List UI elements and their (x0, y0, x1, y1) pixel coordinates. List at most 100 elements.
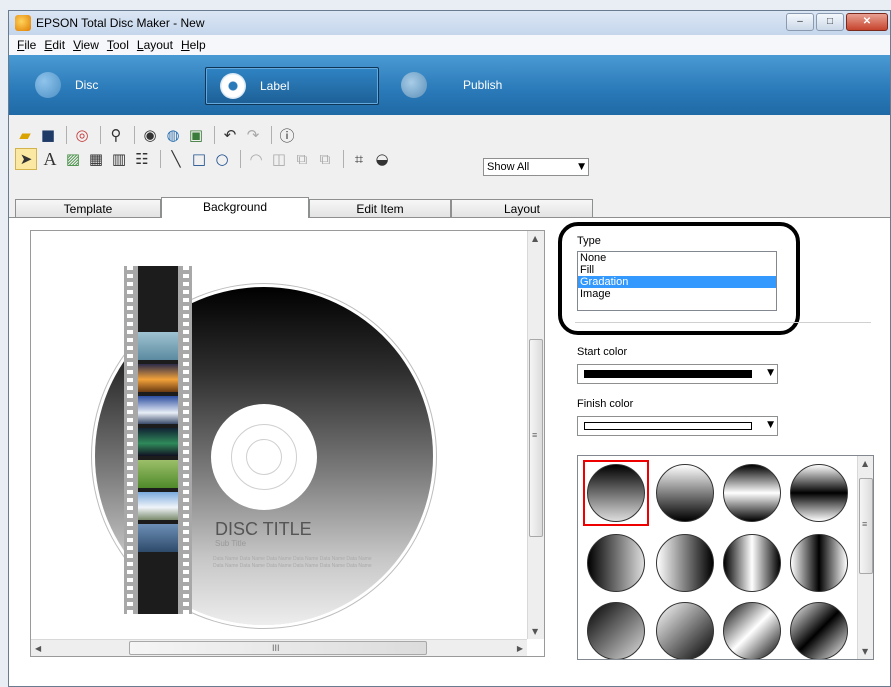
callout-highlight (558, 222, 800, 335)
film-holes-right (183, 266, 189, 614)
printer-settings-icon[interactable]: ⚲ (106, 125, 126, 145)
image-tool-icon[interactable]: ▨ (63, 149, 83, 169)
disc-mode-icon (35, 72, 61, 98)
scroll-down-icon[interactable]: ▼ (532, 627, 538, 636)
print-preview-icon[interactable]: ◎ (72, 125, 92, 145)
label-canvas[interactable]: DISC TITLE Sub Title Data Name Data Name… (30, 230, 545, 657)
disc-settings-icon[interactable]: ◉ (140, 125, 160, 145)
menu-tool[interactable]: Tool (107, 38, 129, 52)
start-color-dropdown[interactable]: ▼ (577, 364, 778, 384)
line-tool-icon[interactable]: ╲ (166, 149, 186, 169)
canvas-horizontal-scrollbar[interactable]: ◀ III ▶ (31, 639, 527, 656)
save-icon[interactable]: ■ (38, 125, 58, 145)
scroll-up-icon[interactable]: ▲ (862, 459, 868, 468)
tab-layout[interactable]: Layout (451, 199, 593, 217)
photo-frame (138, 492, 178, 520)
show-all-dropdown[interactable]: Show All ▼ (483, 158, 589, 176)
menu-layout[interactable]: Layout (137, 38, 173, 52)
menu-help[interactable]: Help (181, 38, 206, 52)
barcode-tool-icon[interactable]: ▥ (109, 149, 129, 169)
redo-icon[interactable]: ↷ (243, 125, 263, 145)
gradation-pattern-4[interactable] (790, 464, 848, 522)
tab-edit-item[interactable]: Edit Item (309, 199, 451, 217)
scroll-up-icon[interactable]: ▲ (532, 234, 538, 243)
start-color-label: Start color (577, 346, 628, 358)
disc-subtitle-text[interactable]: Sub Title (215, 539, 246, 548)
horizontal-scroll-thumb[interactable]: III (129, 641, 427, 655)
mode-disc-button[interactable]: Disc (35, 67, 98, 103)
gradation-pattern-11[interactable] (723, 602, 781, 659)
close-button[interactable]: ✕ (846, 13, 888, 31)
publish-mode-icon (401, 72, 427, 98)
gradation-pattern-6[interactable] (656, 534, 714, 592)
minimize-button[interactable]: – (786, 13, 814, 31)
gradation-pattern-2[interactable] (656, 464, 714, 522)
index-tool-icon[interactable]: ☷ (132, 149, 152, 169)
window-title: EPSON Total Disc Maker - New (36, 16, 205, 30)
publish-icon[interactable]: ◍ (163, 125, 183, 145)
mode-label-label: Label (260, 79, 290, 93)
start-color-swatch (584, 370, 752, 378)
pattern-scroll-thumb[interactable]: ≡ (859, 478, 873, 574)
bring-forward-icon[interactable]: ⧉ (292, 149, 312, 169)
scroll-down-icon[interactable]: ▼ (862, 647, 868, 656)
finish-color-dropdown[interactable]: ▼ (577, 416, 778, 436)
circular-text-icon[interactable]: ◠ (246, 149, 266, 169)
export-icon[interactable]: ▣ (186, 125, 206, 145)
chevron-down-icon: ▼ (767, 368, 774, 378)
vertical-scroll-thumb[interactable]: ≡ (529, 339, 543, 537)
mode-label-button[interactable]: Label (205, 67, 379, 105)
tab-background[interactable]: Background (161, 197, 309, 218)
tab-template[interactable]: Template (15, 199, 161, 217)
finish-color-swatch (584, 422, 752, 430)
rectangle-tool-icon[interactable]: □ (189, 149, 209, 169)
gradation-pattern-3[interactable] (723, 464, 781, 522)
mode-bar: Disc Label Publish (9, 55, 890, 115)
undo-icon[interactable]: ↶ (220, 125, 240, 145)
maximize-button[interactable]: □ (816, 13, 844, 31)
menu-file[interactable]: File (17, 38, 36, 52)
photo-frame (138, 332, 178, 360)
app-icon (15, 15, 31, 31)
scroll-right-icon[interactable]: ▶ (517, 644, 523, 653)
gradation-pattern-7[interactable] (723, 534, 781, 592)
gradation-pattern-8[interactable] (790, 534, 848, 592)
canvas-vertical-scrollbar[interactable]: ▲ ≡ ▼ (527, 231, 544, 639)
qr-code-tool-icon[interactable]: ▦ (86, 149, 106, 169)
select-pointer-icon[interactable]: ➤ (15, 148, 37, 170)
chevron-down-icon: ▼ (767, 420, 774, 430)
open-icon[interactable]: ▰ (15, 125, 35, 145)
disc-hub (211, 404, 317, 510)
gradation-pattern-9[interactable] (587, 602, 645, 659)
finish-color-label: Finish color (577, 398, 634, 410)
help-icon[interactable]: ⓘ (277, 125, 297, 145)
disc-view-icon[interactable]: ◒ (372, 149, 392, 169)
disc-data-names[interactable]: Data Name Data Name Data Name Data Name … (213, 556, 373, 570)
chevron-down-icon: ▼ (578, 162, 585, 172)
gradation-pattern-1[interactable] (587, 464, 645, 522)
disc-title-text[interactable]: DISC TITLE (215, 519, 312, 540)
mode-publish-button[interactable]: Publish (401, 67, 502, 103)
gradation-pattern-10[interactable] (656, 602, 714, 659)
scroll-left-icon[interactable]: ◀ (35, 644, 41, 653)
gradation-pattern-12[interactable] (790, 602, 848, 659)
crop-icon[interactable]: ⌗ (349, 149, 369, 169)
toolbar-separator (100, 126, 101, 144)
photo-frame (138, 364, 178, 392)
panel-divider (575, 322, 871, 323)
toolbar-separator (240, 150, 241, 168)
menu-view[interactable]: View (73, 38, 99, 52)
filmstrip-image[interactable] (124, 266, 192, 614)
gradation-pattern-5[interactable] (587, 534, 645, 592)
gradation-pattern-list[interactable]: ▲ ≡ ▼ (577, 455, 874, 660)
send-backward-icon[interactable]: ⧉ (315, 149, 335, 169)
ellipse-tool-icon[interactable]: ○ (212, 149, 232, 169)
main-toolbar: ▰ ■ ◎ ⚲ ◉ ◍ ▣ ↶ ↷ ⓘ (9, 123, 890, 147)
align-icon[interactable]: ◫ (269, 149, 289, 169)
tab-strip: Template Background Edit Item Layout (15, 197, 595, 218)
toolbar-separator (134, 126, 135, 144)
text-tool-icon[interactable]: A (40, 149, 60, 169)
pattern-list-scrollbar[interactable]: ▲ ≡ ▼ (857, 456, 873, 659)
menu-edit[interactable]: Edit (44, 38, 65, 52)
mode-publish-label: Publish (463, 78, 503, 92)
